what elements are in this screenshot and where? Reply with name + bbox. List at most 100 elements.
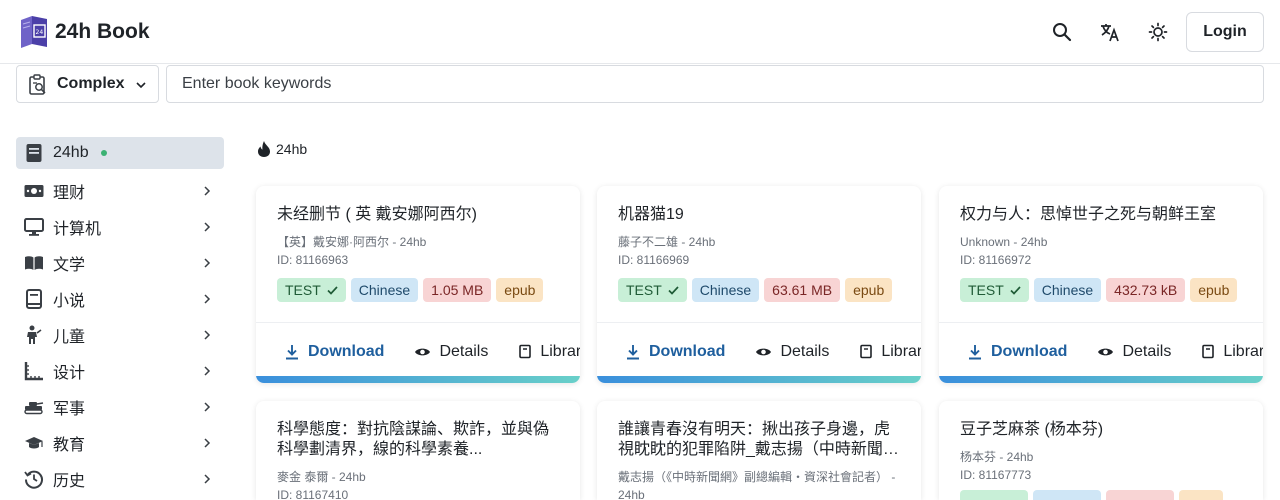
library-icon	[519, 344, 532, 359]
graduation-cap-icon	[24, 433, 44, 453]
download-button[interactable]: Download	[284, 343, 384, 361]
details-label: Details	[1122, 342, 1172, 360]
test-badge	[960, 490, 1028, 500]
sidebar-item-label: 历史	[53, 473, 86, 490]
sidebar-item-military[interactable]: 军事	[16, 389, 224, 425]
sidebar-item-24hb[interactable]: 24hb	[16, 137, 224, 169]
fire-icon	[258, 141, 270, 157]
download-icon	[286, 344, 298, 359]
sidebar-item-label: 军事	[53, 401, 86, 418]
library-button[interactable]: Library	[1201, 343, 1263, 361]
chevron-right-icon	[204, 402, 211, 412]
svg-text:24: 24	[36, 29, 44, 36]
book-title[interactable]: 权力与人：思悼世子之死与朝鲜王室	[960, 205, 1243, 225]
book-author: 藤子不二雄 - 24hb	[618, 235, 716, 249]
sidebar-item-children[interactable]: 儿童	[16, 317, 224, 353]
library-label: Library	[540, 342, 580, 360]
library-button[interactable]: Library	[518, 343, 580, 361]
language-badge: Chinese	[350, 278, 419, 302]
download-label: Download	[991, 342, 1068, 360]
test-badge-label: TEST	[968, 282, 1004, 298]
test-badge-label: TEST	[285, 282, 321, 298]
search-mode-select[interactable]: Complex	[16, 65, 159, 103]
book-title[interactable]: 机器猫19	[618, 205, 901, 225]
monitor-icon	[24, 217, 44, 237]
tank-icon	[24, 397, 44, 417]
book-icon	[24, 143, 44, 163]
chevron-right-icon	[204, 366, 211, 376]
details-label: Details	[439, 342, 489, 360]
download-button[interactable]: Download	[625, 343, 725, 361]
format-badge: epub	[1190, 278, 1238, 302]
sidebar-item-history[interactable]: 历史	[16, 461, 224, 497]
test-badge: TEST	[960, 278, 1029, 302]
test-badge: TEST	[277, 278, 346, 302]
translate-icon[interactable]	[1098, 20, 1122, 44]
details-button[interactable]: Details	[1097, 343, 1171, 361]
sidebar-item-computer[interactable]: 计算机	[16, 209, 224, 245]
search-mode-label: Complex	[57, 75, 125, 92]
sidebar-item-label: 24hb	[53, 144, 89, 161]
sidebar-item-design[interactable]: 设计	[16, 353, 224, 389]
language-badge: Chinese	[1033, 278, 1102, 302]
chevron-right-icon	[204, 222, 211, 232]
book-author: 麥金 泰爾 - 24hb	[277, 470, 366, 484]
sidebar-item-fiction[interactable]: 小说	[16, 281, 224, 317]
download-icon	[969, 344, 981, 359]
eye-icon	[756, 348, 772, 355]
book-title[interactable]: 未经删节 ( 英 戴安娜阿西尔)	[277, 205, 560, 225]
chevron-right-icon	[204, 330, 211, 340]
format-badge: epub	[845, 278, 893, 302]
check-icon	[1010, 285, 1021, 295]
login-button[interactable]: Login	[1186, 12, 1264, 52]
sidebar-item-literature[interactable]: 文学	[16, 245, 224, 281]
language-badge: Chinese	[691, 278, 760, 302]
library-button[interactable]: Library	[859, 343, 921, 361]
book-card: 科學態度：對抗陰謀論、欺詐，並與偽科學劃清界，線的科學素養... 麥金 泰爾 -…	[256, 401, 580, 500]
book-title[interactable]: 豆子芝麻茶 (杨本芬)	[960, 420, 1243, 440]
book-card: 豆子芝麻茶 (杨本芬) 杨本芬 - 24hb ID: 81167773	[939, 401, 1263, 500]
open-book-icon	[24, 253, 44, 273]
money-icon	[24, 181, 44, 201]
sidebar-item-education[interactable]: 教育	[16, 425, 224, 461]
book-title[interactable]: 誰讓青春沒有明天：揪出孩子身邊，虎視眈眈的犯罪陷阱_戴志揚（中時新聞網）	[618, 420, 901, 460]
chevron-down-icon	[136, 82, 146, 89]
sidebar: 24hb 理财 计算机 文学 小说 儿童 设计 军事 教育 历史	[16, 137, 224, 497]
format-badge: epub	[496, 278, 544, 302]
search-input[interactable]	[166, 65, 1264, 103]
child-icon	[24, 325, 44, 345]
details-button[interactable]: Details	[414, 343, 488, 361]
chevron-right-icon	[204, 438, 211, 448]
logo-icon[interactable]: 24	[18, 15, 50, 49]
sidebar-item-label: 小说	[53, 293, 86, 310]
library-icon	[1202, 344, 1215, 359]
download-label: Download	[308, 342, 385, 360]
sidebar-item-label: 儿童	[53, 329, 86, 346]
download-button[interactable]: Download	[967, 343, 1067, 361]
sidebar-item-finance[interactable]: 理财	[16, 173, 224, 209]
section-title: 24hb	[256, 140, 307, 158]
book-card: 誰讓青春沒有明天：揪出孩子身邊，虎視眈眈的犯罪陷阱_戴志揚（中時新聞網） 戴志揚…	[597, 401, 921, 500]
format-badge	[1179, 490, 1223, 500]
theme-icon[interactable]	[1146, 20, 1170, 44]
header: 24 24h Book Login	[0, 0, 1280, 64]
check-icon	[327, 285, 338, 295]
details-button[interactable]: Details	[755, 343, 829, 361]
book-card: 机器猫19 藤子不二雄 - 24hb ID: 81166969 TEST Chi…	[597, 186, 921, 383]
active-dot	[100, 150, 107, 156]
history-icon	[24, 469, 44, 489]
sidebar-item-label: 设计	[53, 365, 86, 382]
book-card: 未经删节 ( 英 戴安娜阿西尔) 【英】戴安娜·阿西尔 - 24hb ID: 8…	[256, 186, 580, 383]
book-id: ID: 81167410	[277, 488, 349, 500]
search-icon[interactable]	[1050, 20, 1074, 44]
book-title[interactable]: 科學態度：對抗陰謀論、欺詐，並與偽科學劃清界，線的科學素養...	[277, 420, 560, 460]
sidebar-item-label: 计算机	[53, 221, 102, 238]
chevron-right-icon	[204, 294, 211, 304]
chevron-right-icon	[204, 474, 211, 484]
chevron-right-icon	[204, 258, 211, 268]
sidebar-item-label: 教育	[53, 437, 86, 454]
ruler-icon	[24, 361, 44, 381]
eye-icon	[1098, 348, 1114, 355]
brand-name[interactable]: 24h Book	[55, 20, 150, 44]
download-icon	[627, 344, 639, 359]
